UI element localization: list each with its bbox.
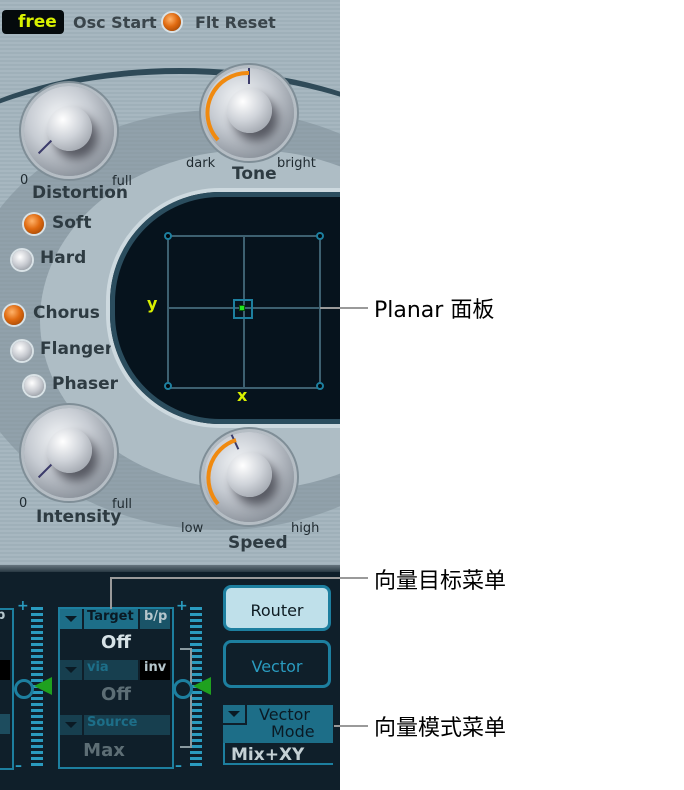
distortion-knob[interactable] — [24, 86, 114, 176]
speed-label: Speed — [228, 533, 288, 553]
partial-bp-label: b/p — [0, 608, 6, 623]
vector-mode-value: Mix+XY — [231, 745, 305, 765]
inv-label: inv — [144, 660, 167, 675]
slider-minus-label: – — [175, 758, 182, 774]
slider-pointer-icon — [34, 677, 52, 695]
via-header: via — [84, 660, 138, 680]
target-menu[interactable]: Target b/p — [60, 609, 172, 629]
phaser-label: Phaser — [52, 374, 119, 394]
tone-value-arc — [205, 70, 250, 142]
slider-plus-label: + — [176, 598, 188, 614]
flanger-radio[interactable] — [12, 341, 32, 361]
router-slot-partial — [0, 608, 14, 770]
chorus-label: Chorus — [33, 303, 100, 323]
partial-inv-bg — [0, 660, 10, 680]
distortion-soft-radio[interactable] — [24, 214, 44, 234]
tone-max-label: bright — [277, 156, 316, 171]
chorus-radio[interactable] — [4, 305, 24, 325]
slider-handle[interactable] — [14, 679, 34, 699]
planar-puck-dot — [239, 305, 245, 311]
distortion-hard-radio[interactable] — [12, 250, 32, 270]
knob-pointer — [37, 463, 53, 479]
source-header: Source — [84, 715, 170, 735]
intensity-label: Intensity — [36, 507, 122, 527]
intensity-min-label: 0 — [19, 496, 28, 511]
vector-button[interactable]: Vector — [223, 640, 331, 688]
tone-min-label: dark — [186, 156, 216, 171]
planar-y-label: y — [147, 294, 158, 313]
speed-max-label: high — [291, 521, 320, 536]
knob-cap — [47, 427, 93, 473]
router-button[interactable]: Router — [223, 585, 331, 631]
knob-pointer — [37, 139, 53, 155]
vector-mode-menu[interactable]: Vector Mode Mix+XY — [223, 705, 333, 767]
dropdown-arrow-icon — [65, 722, 77, 728]
phaser-radio[interactable] — [24, 376, 44, 396]
via-label: via — [87, 660, 109, 675]
partial-source-bg — [0, 714, 10, 734]
intensity-knob[interactable] — [24, 408, 114, 498]
slider-plus-label: + — [17, 598, 29, 614]
target-header: Target — [84, 609, 138, 629]
distortion-min-label: 0 — [20, 173, 29, 188]
distortion-hard-label: Hard — [40, 248, 87, 268]
via-value[interactable]: Off — [60, 684, 172, 705]
mode-display-value: free — [18, 12, 57, 32]
speed-min-label: low — [181, 521, 204, 536]
slider-pointer-icon — [193, 677, 211, 695]
callout-line-target — [110, 577, 368, 579]
slider-minus-label: – — [15, 758, 22, 774]
plugin-panel: free Osc Start Flt Reset 0 full Distorti… — [0, 0, 340, 790]
callout-vector-target-menu: 向量目标菜单 — [374, 569, 507, 594]
callout-line-target-vertical — [110, 577, 112, 609]
flt-reset-label: Flt Reset — [195, 13, 276, 32]
callout-vector-mode-menu: 向量模式菜单 — [374, 716, 507, 741]
target-value[interactable]: Off — [60, 632, 172, 653]
planar-puck[interactable] — [233, 299, 253, 319]
source-menu[interactable]: Source — [60, 715, 172, 735]
dropdown-arrow-icon — [65, 667, 77, 673]
bp-label: b/p — [144, 609, 168, 624]
slider-handle[interactable] — [173, 679, 193, 699]
distortion-soft-label: Soft — [52, 213, 92, 233]
via-menu[interactable]: via inv — [60, 660, 172, 680]
knob-cap — [47, 105, 93, 151]
dropdown-arrow-icon — [65, 616, 77, 622]
planar-x-label: x — [237, 386, 248, 405]
inv-header[interactable]: inv — [140, 660, 170, 680]
tone-label: Tone — [232, 164, 277, 184]
osc-start-label: Osc Start — [73, 13, 157, 32]
callout-planar-panel: Planar 面板 — [374, 298, 495, 323]
dropdown-arrow-icon — [228, 711, 240, 717]
callout-line-mode — [334, 725, 368, 727]
flt-reset-button[interactable] — [163, 13, 181, 31]
bp-header[interactable]: b/p — [140, 609, 170, 629]
callout-line-planar — [320, 307, 368, 309]
vector-mode-label-2: Mode — [271, 722, 315, 741]
flanger-label: Flanger — [40, 339, 114, 359]
speed-value-arc — [206, 438, 237, 506]
source-label: Source — [87, 715, 138, 730]
source-value[interactable]: Max — [48, 740, 160, 761]
distortion-label: Distortion — [32, 183, 128, 203]
target-label: Target — [87, 609, 134, 624]
